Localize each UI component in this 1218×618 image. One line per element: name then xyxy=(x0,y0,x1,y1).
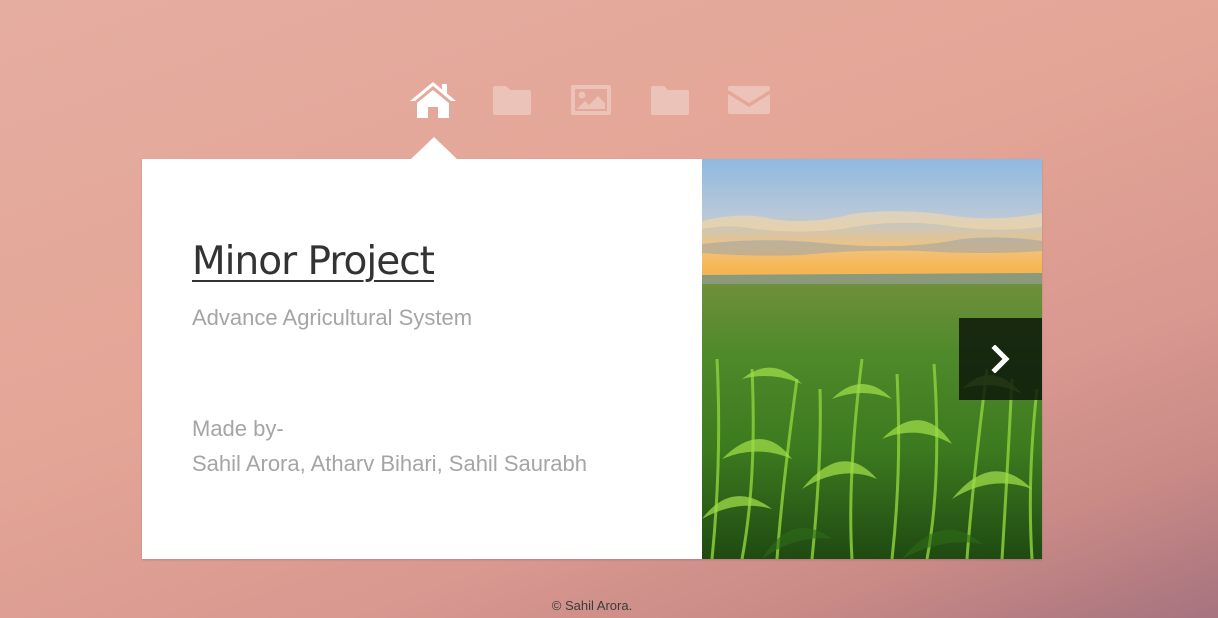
footer-copyright: © Sahil Arora. xyxy=(551,598,633,613)
nav-contact[interactable] xyxy=(724,78,774,122)
page-title[interactable]: Minor Project xyxy=(192,239,435,284)
nav-gallery[interactable] xyxy=(566,78,616,122)
nav-home[interactable] xyxy=(408,78,458,122)
nav-folder-2[interactable] xyxy=(645,78,695,122)
authors-list: Sahil Arora, Atharv Bihari, Sahil Saurab… xyxy=(192,451,588,476)
home-icon xyxy=(410,82,456,118)
content-card: Minor Project Advance Agricultural Syste… xyxy=(142,159,1042,559)
envelope-icon xyxy=(728,86,770,114)
folder-icon xyxy=(493,86,531,115)
nav-folder-1[interactable] xyxy=(487,78,537,122)
main-nav xyxy=(408,78,778,122)
active-nav-pointer xyxy=(411,137,457,159)
page-subtitle: Advance Agricultural System xyxy=(192,305,473,330)
image-icon xyxy=(571,85,611,115)
slider-next-button[interactable] xyxy=(959,318,1042,400)
folder-icon xyxy=(651,86,689,115)
chevron-right-icon xyxy=(990,345,1010,373)
made-by-label: Made by- xyxy=(192,416,284,441)
slider-image xyxy=(702,159,1042,559)
text-panel: Minor Project Advance Agricultural Syste… xyxy=(142,159,702,559)
